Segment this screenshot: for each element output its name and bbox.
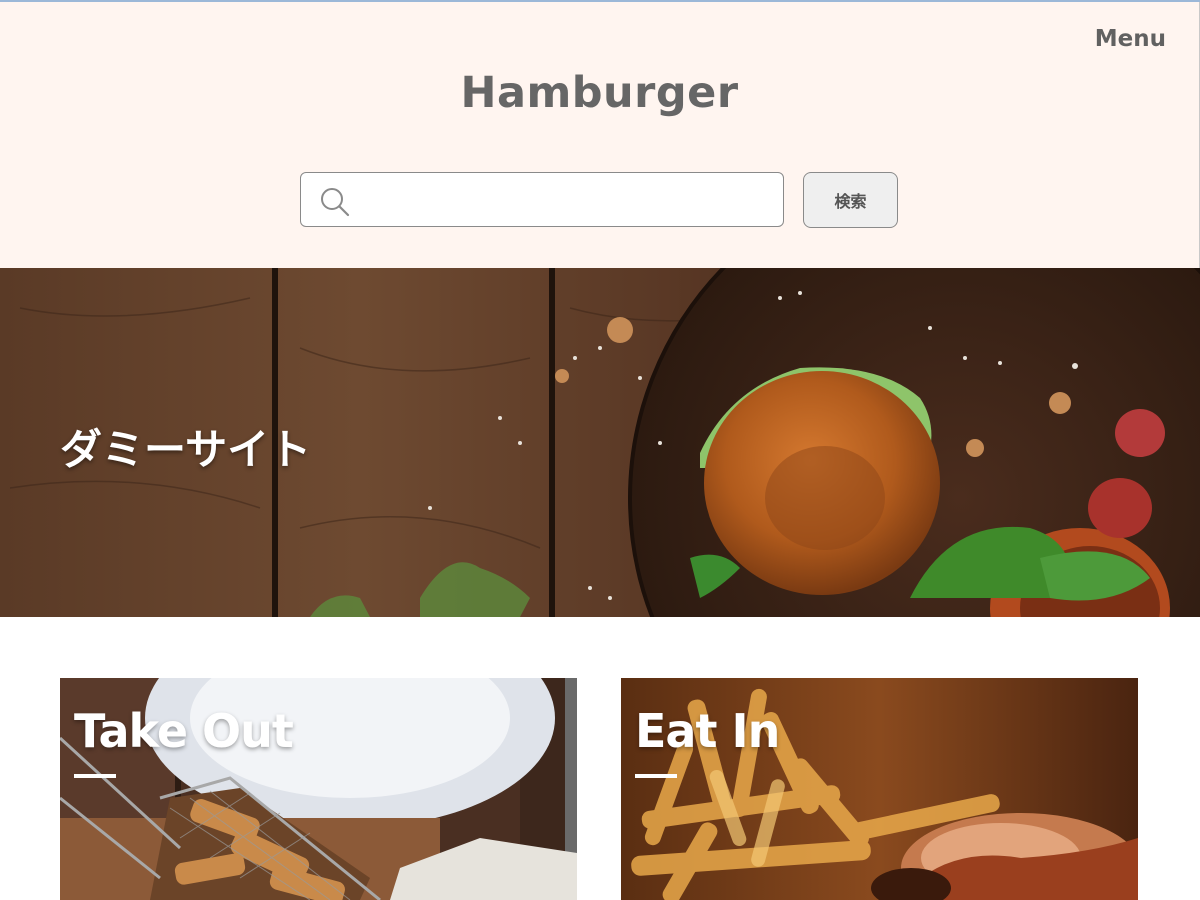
hero-title: ダミーサイト: [60, 425, 312, 474]
eatin-title: Eat In: [635, 704, 780, 758]
eatin-underline: [635, 774, 677, 778]
takeout-underline: [74, 774, 116, 778]
takeout-title: Take Out: [74, 704, 294, 758]
search-input[interactable]: [361, 181, 775, 221]
takeout-card[interactable]: Take Out: [60, 678, 577, 900]
eatin-card[interactable]: Eat In: [621, 678, 1138, 900]
menu-button[interactable]: Menu: [1095, 26, 1166, 52]
site-title: Hamburger: [460, 68, 739, 118]
hero-banner: ダミーサイト: [0, 268, 1200, 617]
search-box[interactable]: [300, 172, 784, 227]
search-icon: [321, 188, 350, 217]
search-button[interactable]: 検索: [803, 172, 898, 228]
site-header: Menu Hamburger: [0, 2, 1200, 268]
